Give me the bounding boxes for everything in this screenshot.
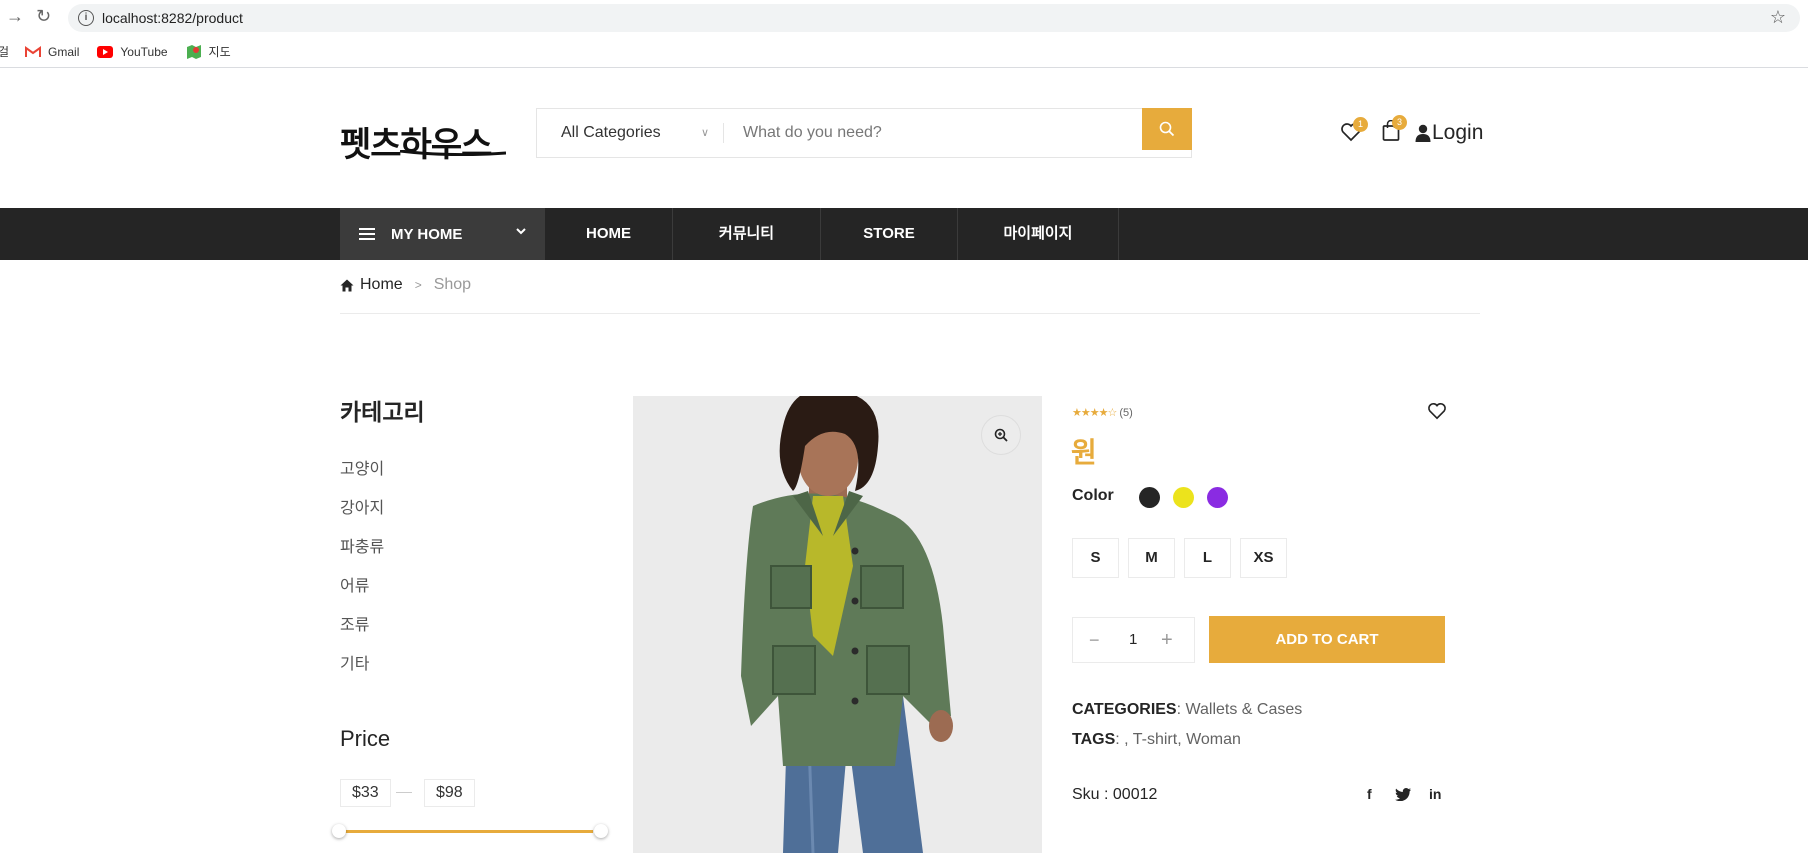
divider xyxy=(340,313,1480,314)
facebook-icon[interactable]: f xyxy=(1367,786,1372,802)
price-slider-track[interactable] xyxy=(345,830,593,833)
category-item-fish[interactable]: 어류 xyxy=(340,572,384,611)
category-item-reptile[interactable]: 파충류 xyxy=(340,533,384,572)
chevron-down-icon xyxy=(516,228,526,235)
price-max-input[interactable]: $98 xyxy=(424,779,475,807)
tags-label: TAGS xyxy=(1072,731,1116,748)
zoom-in-icon xyxy=(994,428,1008,442)
category-item-dog[interactable]: 강아지 xyxy=(340,494,384,533)
bookmark-label: 지도 xyxy=(208,45,231,59)
nav-home[interactable]: HOME xyxy=(545,208,673,260)
product-tags: TAGS: , T-shirt, Woman xyxy=(1072,731,1241,749)
tags-value: : , T-shirt, Woman xyxy=(1115,731,1241,748)
search-button[interactable] xyxy=(1142,108,1192,150)
color-swatch-purple[interactable] xyxy=(1207,487,1228,508)
quantity-value[interactable]: 1 xyxy=(1129,631,1137,648)
search-icon xyxy=(1159,121,1175,137)
category-item-cat[interactable]: 고양이 xyxy=(340,455,384,494)
product-categories: CATEGORIES: Wallets & Cases xyxy=(1072,701,1302,719)
home-icon xyxy=(340,279,354,291)
product-image xyxy=(633,396,1042,853)
color-swatch-black[interactable] xyxy=(1139,487,1160,508)
nav-community[interactable]: 커뮤니티 xyxy=(673,208,821,260)
login-label: Login xyxy=(1432,121,1484,144)
twitter-icon[interactable] xyxy=(1395,788,1411,801)
search-bar: All Categories ∨ xyxy=(536,108,1192,158)
login-link[interactable]: Login xyxy=(1415,121,1483,145)
size-option-s[interactable]: S xyxy=(1072,538,1119,578)
star-filled-icon: ★★★★ xyxy=(1072,407,1108,419)
linkedin-icon[interactable]: in xyxy=(1429,786,1441,802)
size-option-m[interactable]: M xyxy=(1128,538,1175,578)
add-to-cart-button[interactable]: ADD TO CART xyxy=(1209,616,1445,663)
my-home-label: MY HOME xyxy=(391,225,463,243)
nav-store[interactable]: STORE xyxy=(821,208,958,260)
reload-icon[interactable]: ↻ xyxy=(36,6,51,27)
price-slider-min-handle[interactable] xyxy=(332,824,346,838)
product-photo-jacket xyxy=(741,396,953,853)
price-title: Price xyxy=(340,726,391,751)
youtube-icon xyxy=(97,45,114,58)
wishlist-button[interactable]: 1 xyxy=(1340,117,1368,147)
bookmark-label: YouTube xyxy=(120,44,168,59)
category-title: 카테고리 xyxy=(340,399,425,425)
categories-label: CATEGORIES xyxy=(1072,701,1177,718)
logo-swoosh xyxy=(399,150,506,156)
breadcrumb: Home > Shop xyxy=(340,276,471,294)
browser-toolbar: → ↻ i localhost:8282/product ☆ xyxy=(0,0,1808,36)
price-range-separator xyxy=(396,792,412,793)
quantity-decrease-button[interactable]: − xyxy=(1089,630,1100,651)
address-bar[interactable]: i localhost:8282/product ☆ xyxy=(68,4,1800,32)
category-select[interactable]: All Categories ∨ xyxy=(537,109,723,157)
quantity-increase-button[interactable]: + xyxy=(1161,629,1173,652)
my-home-dropdown[interactable]: MY HOME xyxy=(340,208,545,260)
category-select-value: All Categories xyxy=(561,124,661,141)
cart-count-badge: 3 xyxy=(1392,115,1407,130)
bookmark-truncated[interactable]: 걸 xyxy=(0,43,9,60)
price-min-input[interactable]: $33 xyxy=(340,779,391,807)
url-text: localhost:8282/product xyxy=(102,10,243,26)
site-info-icon[interactable]: i xyxy=(78,10,94,26)
search-input[interactable] xyxy=(743,119,1123,147)
chevron-down-icon: ∨ xyxy=(700,127,709,139)
breadcrumb-home[interactable]: Home xyxy=(360,276,403,294)
bookmark-label: Gmail xyxy=(48,44,80,59)
product-name: 원 xyxy=(1071,436,1097,469)
category-item-other[interactable]: 기타 xyxy=(340,650,384,689)
divider xyxy=(723,123,724,143)
category-item-bird[interactable]: 조류 xyxy=(340,611,384,650)
size-option-l[interactable]: L xyxy=(1184,538,1231,578)
bookmark-maps[interactable]: 지도 xyxy=(186,43,231,60)
main-nav: MY HOME HOME 커뮤니티 STORE 마이페이지 xyxy=(0,208,1808,260)
product-sku: Sku : 00012 xyxy=(1072,786,1158,803)
bookmark-youtube[interactable]: YouTube xyxy=(97,44,168,59)
forward-icon[interactable]: → xyxy=(6,6,24,27)
color-swatch-yellow[interactable] xyxy=(1173,487,1194,508)
chevron-right-icon: > xyxy=(414,278,422,292)
product-wishlist-button[interactable] xyxy=(1427,402,1447,425)
zoom-button[interactable] xyxy=(981,415,1021,455)
user-icon xyxy=(1415,124,1431,142)
price-slider-max-handle[interactable] xyxy=(594,824,608,838)
bookmark-gmail[interactable]: Gmail xyxy=(25,45,79,59)
maps-icon xyxy=(186,44,201,59)
star-empty-icon: ☆ xyxy=(1107,407,1117,419)
gmail-icon xyxy=(25,45,42,57)
bookmark-star-icon[interactable]: ☆ xyxy=(1770,7,1786,28)
nav-mypage[interactable]: 마이페이지 xyxy=(958,208,1119,260)
categories-value: : Wallets & Cases xyxy=(1176,701,1303,718)
cart-button[interactable]: 3 xyxy=(1382,115,1407,147)
category-list: 고양이 강아지 파충류 어류 조류 기타 xyxy=(340,455,384,689)
rating-count: (5) xyxy=(1119,407,1133,419)
menu-icon xyxy=(359,225,375,243)
bookmarks-bar: 걸 Gmail YouTube 지도 xyxy=(0,36,1808,68)
wishlist-count-badge: 1 xyxy=(1353,117,1368,132)
color-label: Color xyxy=(1072,487,1114,504)
breadcrumb-current: Shop xyxy=(433,276,472,293)
rating-stars: ★★★★☆ (5) xyxy=(1072,406,1133,419)
heart-icon xyxy=(1428,403,1446,420)
size-option-xs[interactable]: XS xyxy=(1240,538,1287,578)
quantity-stepper: − 1 + xyxy=(1072,617,1195,663)
site-logo[interactable]: 펫츠하우스 xyxy=(340,117,492,166)
